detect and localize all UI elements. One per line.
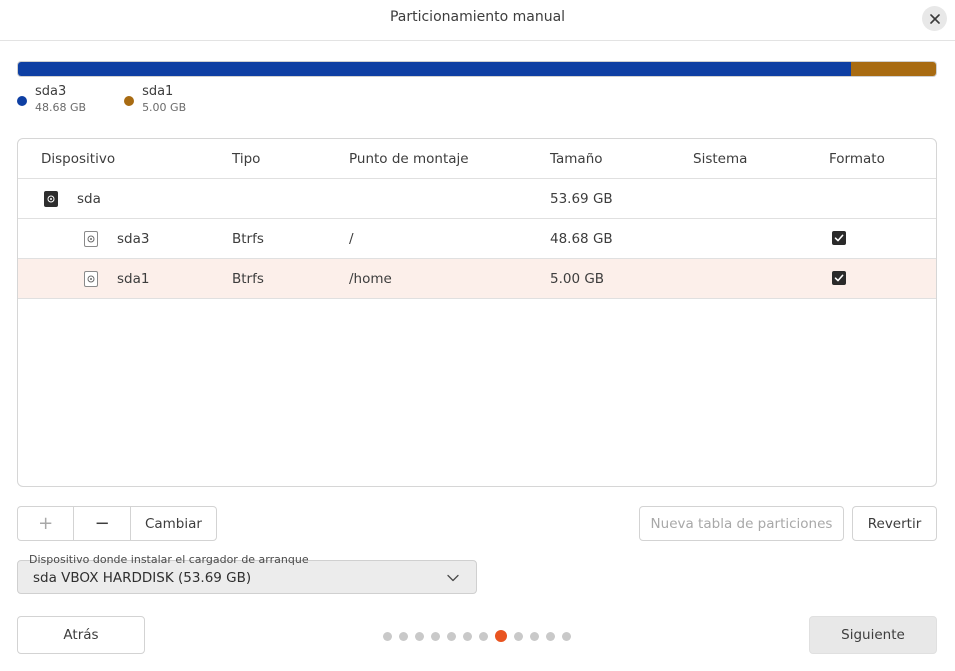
disk-usage-bar [17, 61, 937, 77]
partition-type: Btrfs [232, 231, 264, 247]
close-button[interactable] [922, 6, 947, 31]
header-bar: Particionamiento manual [0, 0, 955, 41]
back-button[interactable]: Atrás [17, 616, 145, 654]
legend-dot [124, 96, 135, 106]
step-dot [479, 631, 488, 641]
step-dot [431, 631, 440, 641]
partition-actions: + − Cambiar [17, 506, 217, 541]
device-name: sda3 [117, 231, 150, 247]
table-header-row: Dispositivo Tipo Punto de montaje Tamaño… [18, 139, 936, 179]
device-name: sda1 [117, 271, 150, 287]
column-header-system[interactable]: Sistema [693, 139, 747, 179]
legend-size: 5.00 GB [142, 101, 187, 114]
chevron-down-icon [447, 574, 459, 582]
partition-icon [84, 271, 98, 287]
step-dot [530, 631, 539, 641]
usage-segment-sda3 [18, 62, 851, 76]
step-indicator [383, 630, 571, 642]
format-checkbox[interactable] [832, 271, 846, 285]
legend-name: sda3 [35, 84, 67, 99]
legend-dot [17, 96, 27, 106]
mount-point: / [349, 231, 354, 247]
device-name: sda [77, 191, 101, 207]
step-dot [514, 631, 523, 641]
next-button[interactable]: Siguiente [809, 616, 937, 654]
legend-item-sda3: sda3 48.68 GB [17, 84, 86, 116]
table-row-selected[interactable]: sda1 Btrfs /home 5.00 GB [18, 259, 936, 299]
step-dot [447, 631, 456, 641]
add-partition-button[interactable]: + [18, 507, 75, 540]
device-size: 53.69 GB [550, 191, 613, 207]
partition-size: 5.00 GB [550, 271, 605, 287]
usage-legend: sda3 48.68 GB sda1 5.00 GB [17, 84, 186, 116]
step-dot [463, 631, 472, 641]
close-icon [929, 13, 940, 24]
usage-segment-sda1 [850, 62, 936, 76]
window-title: Particionamiento manual [389, 9, 566, 25]
column-header-device[interactable]: Dispositivo [41, 139, 115, 179]
step-dot [399, 631, 408, 641]
legend-item-sda1: sda1 5.00 GB [124, 84, 186, 116]
format-checkbox[interactable] [832, 231, 846, 245]
column-header-mount[interactable]: Punto de montaje [349, 139, 469, 179]
disk-icon [44, 191, 58, 207]
step-dot [546, 631, 555, 641]
partition-icon [84, 231, 98, 247]
new-partition-table-button[interactable]: Nueva tabla de particiones [639, 506, 844, 541]
step-dot-current [495, 630, 507, 642]
revert-button[interactable]: Revertir [852, 506, 937, 541]
table-row[interactable]: sda 53.69 GB [18, 179, 936, 219]
bootloader-device-value: sda VBOX HARDDISK (53.69 GB) [33, 570, 252, 586]
legend-name: sda1 [142, 84, 174, 99]
step-dot [562, 631, 571, 641]
checkmark-icon [834, 274, 844, 282]
table-row[interactable]: sda3 Btrfs / 48.68 GB [18, 219, 936, 259]
change-partition-button[interactable]: Cambiar [131, 507, 216, 540]
column-header-type[interactable]: Tipo [232, 139, 260, 179]
column-header-format[interactable]: Formato [829, 139, 885, 179]
step-dot [383, 631, 392, 641]
step-dot [415, 631, 424, 641]
mount-point: /home [349, 271, 392, 287]
column-header-size[interactable]: Tamaño [550, 139, 603, 179]
partition-size: 48.68 GB [550, 231, 613, 247]
checkmark-icon [834, 234, 844, 242]
bootloader-label: Dispositivo donde instalar el cargador d… [29, 553, 309, 566]
partition-type: Btrfs [232, 271, 264, 287]
partition-table: Dispositivo Tipo Punto de montaje Tamaño… [17, 138, 937, 487]
remove-partition-button[interactable]: − [74, 507, 131, 540]
legend-size: 48.68 GB [35, 101, 87, 114]
